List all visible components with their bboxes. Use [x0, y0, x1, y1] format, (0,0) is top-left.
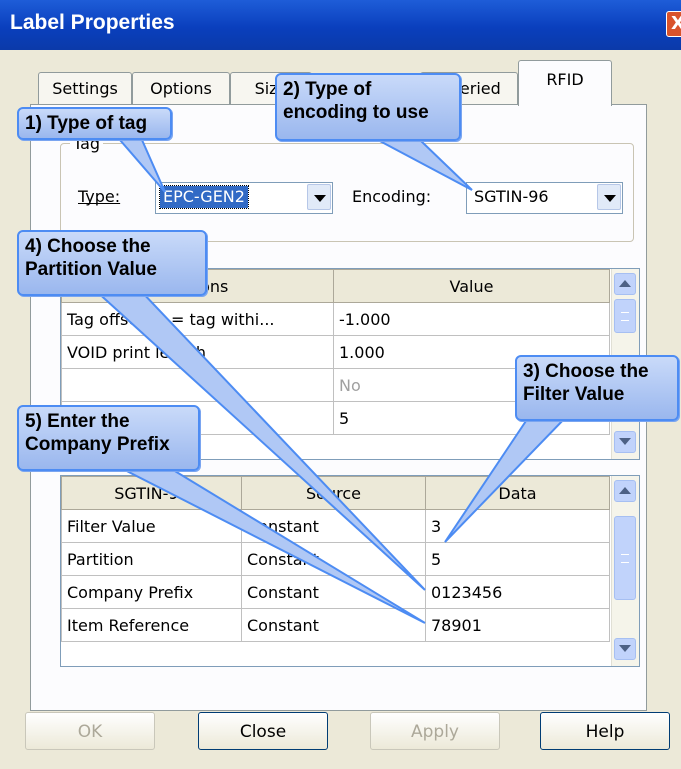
callout-encoding-type: 2) Type of encoding to use [275, 73, 461, 141]
callout-type-of-tag: 1) Type of tag [17, 107, 172, 140]
callout-text: 4) Choose the [25, 236, 151, 257]
callout-text: encoding to use [283, 102, 429, 123]
callout-partition-value: 4) Choose the Partition Value [17, 230, 207, 296]
callout-text: 1) Type of tag [25, 113, 148, 134]
callout-1-pointer [117, 139, 166, 193]
callout-text: Partition Value [25, 259, 157, 280]
callout-company-prefix: 5) Enter the Company Prefix [17, 405, 200, 471]
callout-3-pointer [444, 414, 571, 543]
callout-text: Filter Value [523, 384, 625, 405]
callout-2-pointer [377, 139, 473, 191]
callout-text: 3) Choose the [523, 361, 649, 382]
callout-text: 2) Type of [283, 79, 372, 100]
callout-text: Company Prefix [25, 434, 170, 455]
callout-text: 5) Enter the [25, 411, 130, 432]
callout-filter-value: 3) Choose the Filter Value [515, 355, 679, 421]
